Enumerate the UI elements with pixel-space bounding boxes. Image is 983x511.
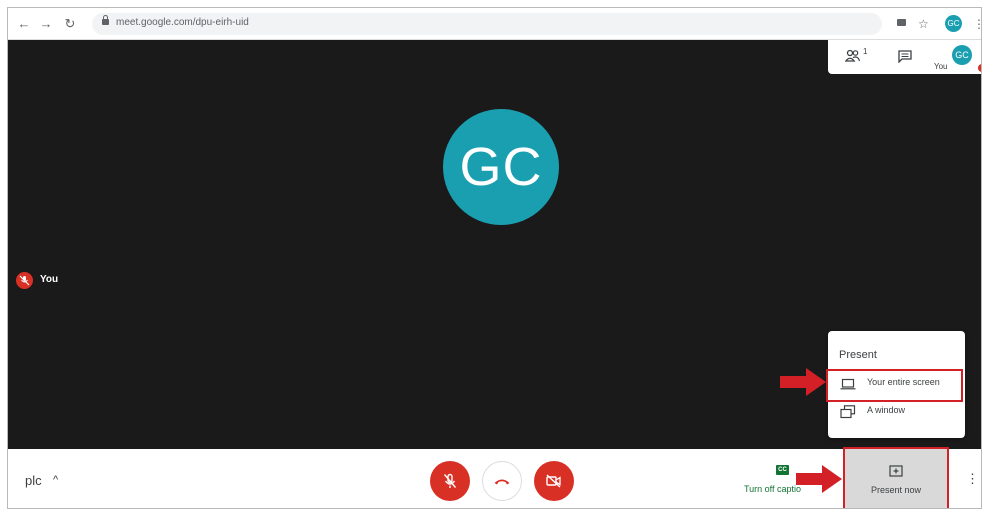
notification-dot xyxy=(978,64,981,72)
menu-item-window[interactable]: A window xyxy=(828,397,965,425)
reload-icon[interactable]: ↻ xyxy=(62,16,78,32)
forward-arrow-icon[interactable]: → xyxy=(38,16,54,32)
meeting-stage: GC You 1 GC You Present Your entire scre… xyxy=(8,40,981,449)
annotation-highlight-box xyxy=(843,447,949,508)
url-text: meet.google.com/dpu-eirh-uid xyxy=(116,17,249,28)
participant-avatar: GC xyxy=(443,109,559,225)
browser-toolbar: ← → ↻ meet.google.com/dpu-eirh-uid ☆ GC … xyxy=(8,8,981,40)
camera-off-icon xyxy=(546,474,561,488)
annotation-arrow xyxy=(796,465,842,493)
menu-item-entire-screen[interactable]: Your entire screen xyxy=(826,369,965,402)
hang-up-icon xyxy=(494,479,510,485)
chat-icon[interactable] xyxy=(898,50,912,68)
window-icon xyxy=(840,405,856,424)
self-name: You xyxy=(40,274,59,285)
lock-icon xyxy=(102,15,109,25)
profile-avatar[interactable]: GC xyxy=(945,15,962,32)
top-right-panel: 1 GC You xyxy=(828,40,981,74)
mic-toggle-button[interactable] xyxy=(430,461,470,501)
star-icon[interactable]: ☆ xyxy=(918,16,929,32)
chevron-up-icon[interactable]: ^ xyxy=(53,474,58,486)
menu-item-label: A window xyxy=(867,405,906,415)
people-icon[interactable] xyxy=(844,49,863,68)
leave-call-button[interactable] xyxy=(482,461,522,501)
menu-item-label: Your entire screen xyxy=(867,377,940,387)
meeting-details[interactable]: plc xyxy=(25,473,42,488)
present-menu: Present Your entire screen A window xyxy=(826,331,965,438)
mic-off-icon xyxy=(16,272,33,289)
camera-toggle-button[interactable] xyxy=(534,461,574,501)
people-count: 1 xyxy=(863,47,868,56)
back-arrow-icon[interactable]: ← xyxy=(16,16,32,32)
self-avatar-label: You xyxy=(934,62,948,71)
more-options-icon[interactable]: ⋮ xyxy=(966,471,979,487)
annotation-arrow xyxy=(780,368,826,396)
present-menu-title: Present xyxy=(839,349,877,361)
mic-off-icon xyxy=(443,473,457,488)
window-frame: ← → ↻ meet.google.com/dpu-eirh-uid ☆ GC … xyxy=(7,7,982,509)
captions-label: Turn off captio xyxy=(744,484,802,494)
cast-icon[interactable] xyxy=(897,19,906,26)
self-avatar[interactable]: GC xyxy=(952,45,972,65)
browser-menu-icon[interactable]: ⋮ xyxy=(973,16,981,32)
laptop-icon xyxy=(840,377,856,395)
address-bar[interactable]: meet.google.com/dpu-eirh-uid xyxy=(92,13,882,35)
closed-captions-icon: CC xyxy=(776,465,789,475)
